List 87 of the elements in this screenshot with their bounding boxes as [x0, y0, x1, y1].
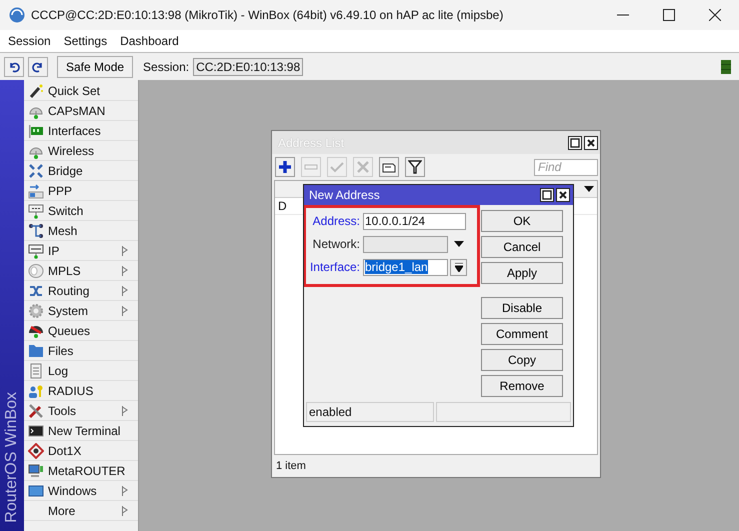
sidebar-item[interactable]: Log [24, 361, 138, 381]
comment-button[interactable] [379, 157, 399, 177]
maximize-icon[interactable] [540, 188, 554, 202]
mesh-icon [28, 222, 44, 238]
cross-icon [356, 160, 370, 174]
undo-button[interactable] [4, 56, 24, 76]
sidebar-item[interactable]: IP [24, 241, 138, 261]
close-icon[interactable] [709, 9, 721, 21]
safe-mode-button[interactable]: Safe Mode [57, 56, 134, 78]
dialog-button[interactable]: Remove [481, 375, 563, 397]
sidebar-item[interactable]: Tools [24, 401, 138, 421]
network-card-icon [28, 122, 44, 138]
dropdown-arrow-icon[interactable] [454, 241, 464, 247]
sidebar-item[interactable]: CAPsMAN [24, 101, 138, 121]
sidebar-item[interactable]: More [24, 501, 138, 521]
dropdown-arrow-icon [454, 262, 462, 272]
session-label: Session: [143, 60, 190, 74]
dropdown-button[interactable] [450, 258, 467, 276]
sidebar-item[interactable]: Wireless [24, 141, 138, 161]
find-field[interactable]: Find [534, 158, 598, 176]
sidebar-item[interactable]: MPLS [24, 261, 138, 281]
sidebar-item[interactable]: Dot1X [24, 441, 138, 461]
sidebar-item[interactable]: New Terminal [24, 421, 138, 441]
sidebar-item[interactable]: Windows [24, 481, 138, 501]
dialog-title: New Address [309, 188, 380, 202]
status-indicator-icon [721, 60, 731, 74]
window-icon [28, 482, 44, 498]
menu-item[interactable]: Settings [64, 34, 108, 48]
window-title: CCCP@CC:2D:E0:10:13:98 (MikroTik) - WinBox (64bit) v6.49.10 on hAP ac lite (mipsbe) [31, 8, 504, 22]
field-label: Interface: [308, 260, 360, 274]
sidebar-item[interactable]: Switch [24, 201, 138, 221]
filter-button[interactable] [405, 157, 425, 177]
disc-icon [28, 262, 44, 278]
dialog-button[interactable]: Copy [481, 349, 563, 371]
table-cell-text: D [277, 199, 287, 213]
plus-icon [278, 160, 292, 174]
diamond-icon [28, 442, 44, 458]
filter-icon [408, 160, 422, 174]
tools-icon [28, 402, 44, 418]
sidebar-item[interactable]: System [24, 301, 138, 321]
gear-icon [28, 302, 44, 318]
sidebar-item[interactable]: RADIUS [24, 381, 138, 401]
redo-button[interactable] [28, 56, 48, 76]
add-button[interactable] [275, 157, 295, 177]
dialog-button[interactable]: Apply [481, 262, 563, 284]
field-label: Network: [312, 237, 360, 251]
folder-icon [28, 342, 44, 358]
logo-icon [9, 7, 25, 23]
connection-icon [28, 182, 44, 198]
dialog-button[interactable]: Disable [481, 297, 563, 319]
brand-text: RouterOS WinBox [3, 392, 21, 523]
maximize-icon[interactable] [663, 9, 675, 21]
address-field[interactable]: 10.0.0.1/24 [363, 212, 466, 230]
undo-icon [8, 60, 20, 72]
dialog-button[interactable]: Cancel [481, 236, 563, 258]
menu-item[interactable]: Session [8, 34, 51, 48]
arrows-icon [28, 162, 44, 178]
close-icon[interactable] [556, 188, 570, 202]
field-label: Address: [312, 214, 360, 228]
sidebar-item[interactable]: Bridge [24, 161, 138, 181]
sidebar-item[interactable]: Interfaces [24, 121, 138, 141]
wand-icon [28, 82, 44, 98]
switch-icon [28, 202, 44, 218]
computer-icon [28, 462, 44, 478]
sidebar-item[interactable]: Files [24, 341, 138, 361]
session-field: CC:2D:E0:10:13:98 [193, 58, 304, 76]
maximize-icon[interactable] [568, 136, 582, 150]
dialog-button[interactable]: OK [481, 210, 563, 232]
sidebar-item[interactable]: Mesh [24, 221, 138, 241]
ip-monitor-icon [28, 242, 44, 258]
status-cell: enabled [306, 402, 434, 422]
dropdown-arrow-icon[interactable] [584, 186, 594, 192]
interface-field[interactable]: bridge1_lan [363, 258, 448, 276]
dialog-button[interactable]: Comment [481, 323, 563, 345]
item-count: 1 item [276, 460, 306, 472]
check-icon [330, 160, 344, 174]
close-icon[interactable] [584, 136, 598, 150]
terminal-icon [28, 422, 44, 438]
sidebar-item[interactable]: MetaROUTER [24, 461, 138, 481]
sidebar-item[interactable]: Quick Set [24, 81, 138, 101]
redo-icon [32, 60, 44, 72]
user-key-icon [28, 382, 44, 398]
document-icon [28, 362, 44, 378]
sidebar-item[interactable]: Routing [24, 281, 138, 301]
sidebar-item[interactable]: Queues [24, 321, 138, 341]
sidebar-item[interactable]: PPP [24, 181, 138, 201]
menu-item[interactable]: Dashboard [120, 34, 179, 48]
